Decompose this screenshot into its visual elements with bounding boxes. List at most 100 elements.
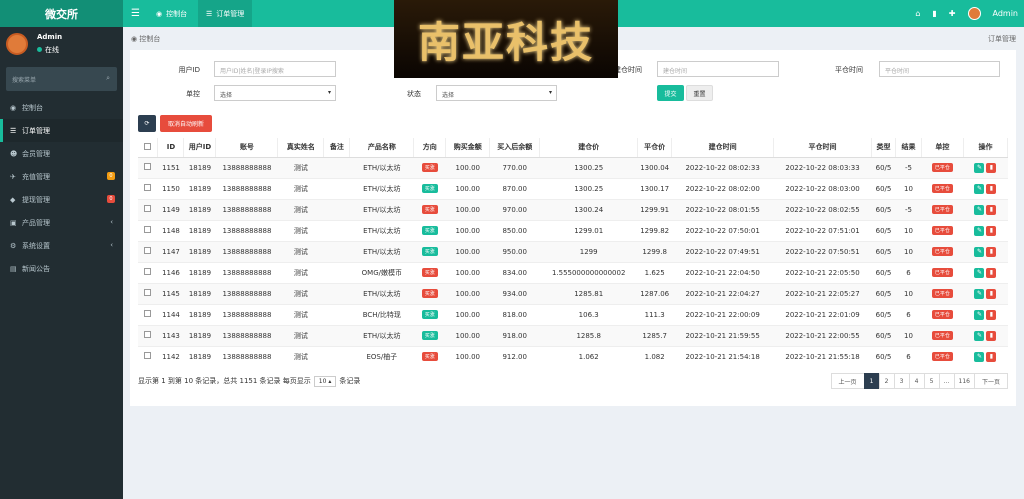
direction-badge: 买涨 bbox=[421, 163, 438, 172]
delete-icon[interactable]: ▮ bbox=[986, 351, 997, 362]
menu-toggle-icon[interactable]: ☰ bbox=[131, 8, 140, 19]
row-actions: ✎ ▮ bbox=[963, 198, 1008, 220]
row-checkbox[interactable] bbox=[138, 345, 158, 367]
menu-search-input[interactable]: 搜索菜单 ⌕ bbox=[6, 67, 117, 91]
row-checkbox[interactable] bbox=[138, 198, 158, 220]
sidebar-item-withdraw[interactable]: ◆ 提现管理 0 bbox=[0, 188, 123, 211]
page-link[interactable]: 4 bbox=[908, 373, 925, 389]
edit-icon[interactable]: ✎ bbox=[974, 351, 985, 362]
sidebar-item-news[interactable]: ▤ 新闻公告 bbox=[0, 257, 123, 280]
table-cell: 13888888888 bbox=[215, 177, 278, 199]
table-cell: 1300.04 bbox=[637, 156, 672, 178]
row-checkbox[interactable] bbox=[138, 282, 158, 304]
page-link[interactable]: 3 bbox=[893, 373, 910, 389]
row-checkbox[interactable] bbox=[138, 156, 158, 178]
table-cell: 2022-10-21 22:05:27 bbox=[773, 282, 872, 304]
sidebar-item-members[interactable]: ☻ 会员管理 bbox=[0, 142, 123, 165]
sidebar-item-recharge[interactable]: ✈ 充值管理 0 bbox=[0, 165, 123, 188]
delete-icon[interactable]: ▮ bbox=[986, 246, 997, 257]
open-time-input[interactable]: 建仓时间 bbox=[657, 61, 779, 77]
userid-search-input[interactable]: 用户ID|姓名|登录IP搜索 bbox=[214, 61, 336, 77]
table-cell: 测试 bbox=[277, 219, 324, 241]
delete-icon[interactable]: ▮ bbox=[986, 288, 997, 299]
edit-icon[interactable]: ✎ bbox=[974, 204, 985, 215]
delete-icon[interactable]: ▮ bbox=[986, 204, 997, 215]
app-logo[interactable]: 微交所 bbox=[0, 0, 123, 27]
row-checkbox[interactable] bbox=[138, 177, 158, 199]
edit-icon[interactable]: ✎ bbox=[974, 288, 985, 299]
row-actions: ✎ ▮ bbox=[963, 261, 1008, 283]
column-header[interactable]: ID bbox=[157, 138, 185, 158]
table-cell: 2022-10-21 22:04:50 bbox=[671, 261, 774, 283]
table-cell: 买涨 bbox=[413, 261, 446, 283]
top-avatar[interactable] bbox=[967, 7, 981, 20]
page-link[interactable]: 116 bbox=[953, 373, 975, 389]
edit-icon[interactable]: ✎ bbox=[974, 183, 985, 194]
edit-icon[interactable]: ✎ bbox=[974, 162, 985, 173]
table-cell: 1151 bbox=[157, 156, 184, 178]
row-checkbox[interactable] bbox=[138, 219, 158, 241]
delete-icon[interactable]: ▮ bbox=[986, 183, 997, 194]
delete-icon[interactable]: ▮ bbox=[986, 225, 997, 236]
status-select[interactable]: 选择 ▾ bbox=[436, 85, 557, 101]
edit-icon[interactable]: ✎ bbox=[974, 225, 985, 236]
table-cell: 已平仓 bbox=[921, 198, 964, 220]
control-select[interactable]: 选择 ▾ bbox=[214, 85, 336, 101]
top-username[interactable]: Admin bbox=[993, 9, 1019, 18]
table-cell: 1148 bbox=[157, 219, 184, 241]
select-all-checkbox[interactable] bbox=[138, 138, 159, 158]
sidebar-item-orders[interactable]: ☰ 订单管理 bbox=[0, 119, 123, 142]
table-cell: 13888888888 bbox=[215, 156, 278, 178]
tab-dashboard[interactable]: ◉ 控制台 bbox=[148, 0, 195, 27]
home-icon[interactable]: ⌂ bbox=[915, 9, 920, 18]
newspaper-icon: ▤ bbox=[10, 264, 17, 273]
reset-button[interactable]: 重置 bbox=[686, 85, 713, 101]
search-icon[interactable]: ⌕ bbox=[106, 74, 110, 83]
edit-icon[interactable]: ✎ bbox=[974, 330, 985, 341]
column-header: 结果 bbox=[895, 138, 922, 158]
table-cell: 13888888888 bbox=[215, 345, 278, 367]
table-cell: 1142 bbox=[157, 345, 184, 367]
table-cell: 测试 bbox=[277, 261, 324, 283]
page-link[interactable]: 1 bbox=[863, 373, 880, 389]
table-cell: 已平仓 bbox=[921, 261, 964, 283]
page-link[interactable]: 上一页 bbox=[830, 373, 865, 389]
page-link[interactable]: 2 bbox=[878, 373, 895, 389]
table-cell: 已平仓 bbox=[921, 177, 964, 199]
delete-icon[interactable]: ▮ bbox=[986, 309, 997, 320]
table-cell bbox=[323, 324, 350, 346]
row-checkbox[interactable] bbox=[138, 261, 158, 283]
page-link[interactable]: ... bbox=[938, 373, 955, 389]
submit-button[interactable]: 提交 bbox=[657, 85, 684, 101]
row-checkbox[interactable] bbox=[138, 240, 158, 262]
sidebar-item-products[interactable]: ▣ 产品管理 ‹ bbox=[0, 211, 123, 234]
table-cell: 1150 bbox=[157, 177, 184, 199]
table-cell: 100.00 bbox=[445, 177, 490, 199]
page-link[interactable]: 下一页 bbox=[973, 373, 1008, 389]
table-cell: 买涨 bbox=[413, 219, 446, 241]
edit-icon[interactable]: ✎ bbox=[974, 309, 985, 320]
table-cell: 60/5 bbox=[871, 156, 896, 178]
delete-icon[interactable]: ▮ bbox=[986, 162, 997, 173]
sidebar-item-dashboard[interactable]: ◉ 控制台 bbox=[0, 96, 123, 119]
table-row: 1143 18189 13888888888 测试 ETH/以太坊 买涨 100.00 918… bbox=[138, 324, 1008, 346]
row-checkbox[interactable] bbox=[138, 303, 158, 325]
sidebar-item-settings[interactable]: ⚙ 系统设置 ‹ bbox=[0, 234, 123, 257]
refresh-button[interactable]: ⟳ bbox=[138, 115, 156, 132]
fullscreen-icon[interactable]: ✚ bbox=[949, 9, 956, 18]
page-link[interactable]: 5 bbox=[923, 373, 940, 389]
row-checkbox[interactable] bbox=[138, 324, 158, 346]
page-size-select[interactable]: 10 ▴ bbox=[313, 376, 337, 387]
edit-icon[interactable]: ✎ bbox=[974, 267, 985, 278]
cancel-auto-refresh-button[interactable]: 取消自动刷新 bbox=[160, 115, 212, 132]
tab-orders[interactable]: ☰ 订单管理 bbox=[198, 0, 253, 27]
delete-icon[interactable]: ▮ bbox=[986, 267, 997, 278]
edit-icon[interactable]: ✎ bbox=[974, 246, 985, 257]
table-cell: 18189 bbox=[183, 198, 216, 220]
close-time-input[interactable]: 平仓时间 bbox=[879, 61, 1000, 77]
table-cell: -5 bbox=[895, 156, 922, 178]
direction-badge: 买涨 bbox=[421, 268, 438, 277]
delete-icon[interactable]: ▮ bbox=[986, 330, 997, 341]
breadcrumb-current: 订单管理 bbox=[988, 35, 1016, 43]
trash-icon[interactable]: ▮ bbox=[932, 9, 936, 18]
